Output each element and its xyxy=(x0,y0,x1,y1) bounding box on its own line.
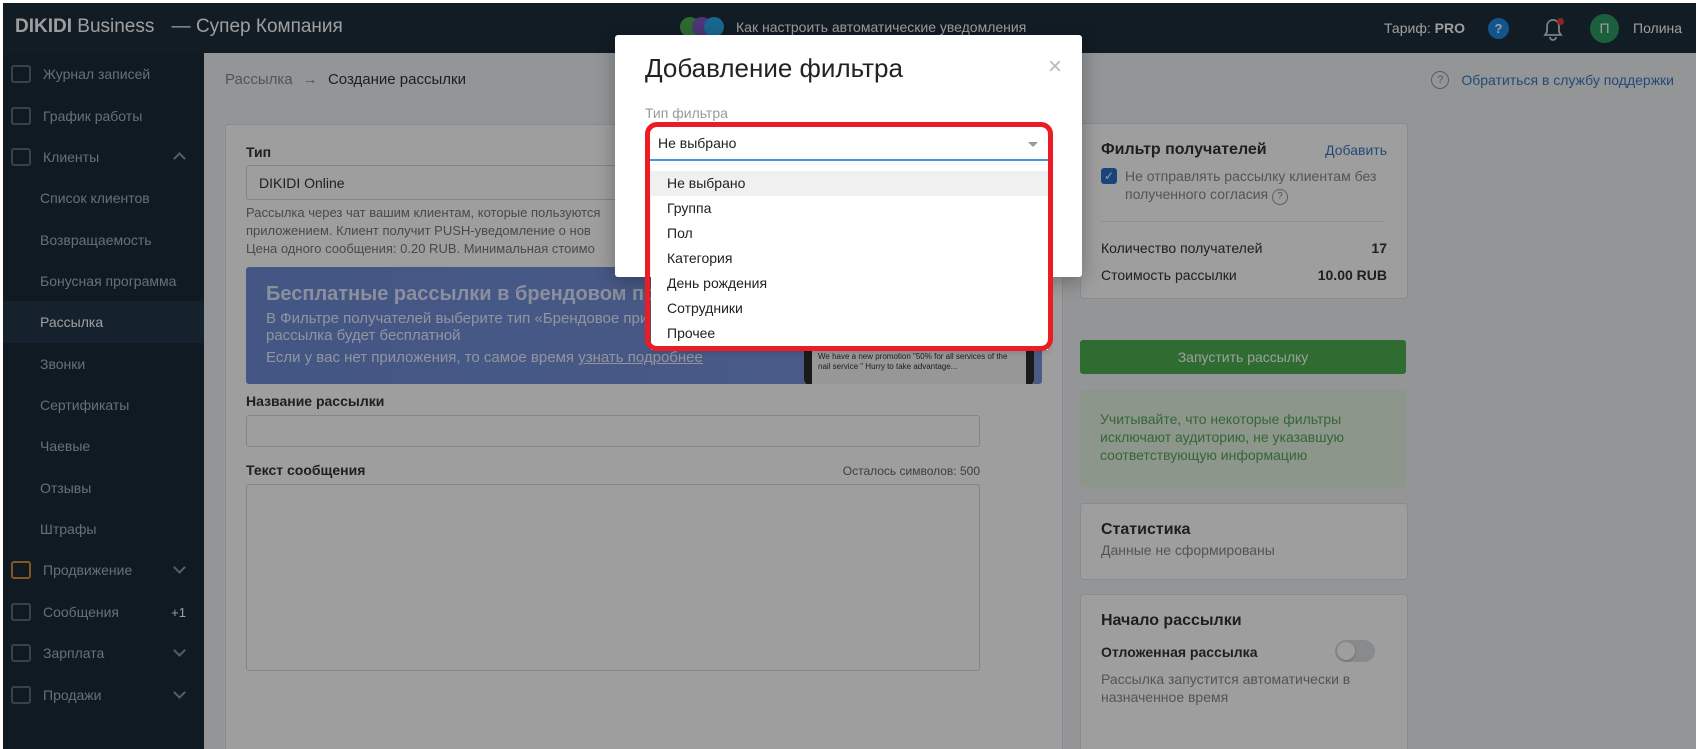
modal-title: Добавление фильтра xyxy=(645,53,903,83)
filter-type-label: Тип фильтра xyxy=(645,105,728,121)
close-icon[interactable]: × xyxy=(1048,55,1062,79)
highlight-annotation xyxy=(645,122,1053,351)
